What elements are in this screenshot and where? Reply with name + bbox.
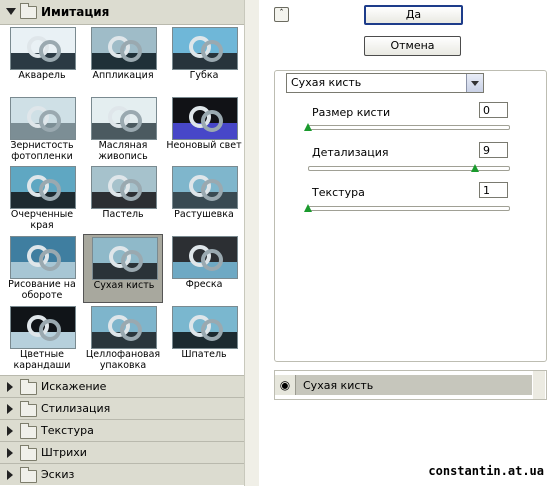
filter-thumb-label: Рисование на обороте (8, 279, 76, 301)
category-row[interactable]: Текстура (0, 419, 244, 441)
filter-thumb-12[interactable]: Цветные карандаши (2, 304, 82, 373)
filter-thumbnail-grid: Акварель Аппликация Губка Зернистость фотоп… (0, 25, 244, 374)
brush-size-input[interactable]: 0 (479, 102, 508, 118)
texture-input[interactable]: 1 (479, 182, 508, 198)
detail-input[interactable]: 9 (479, 142, 508, 158)
eye-icon[interactable]: ◉ (275, 375, 296, 395)
category-label: Стилизация (41, 402, 111, 415)
collapsed-arrow-icon[interactable] (7, 404, 13, 414)
category-row[interactable]: Искажение (0, 375, 244, 397)
collapsed-arrow-icon[interactable] (7, 470, 13, 480)
category-label: Текстура (41, 424, 94, 437)
collapsed-arrow-icon[interactable] (7, 426, 13, 436)
filter-thumb-label: Акварель (18, 70, 66, 81)
filter-thumb-label: Растушевка (174, 209, 234, 220)
filter-thumb-0[interactable]: Акварель (2, 25, 82, 94)
filter-thumb-14[interactable]: Шпатель (164, 304, 244, 373)
filter-thumb-label: Пастель (102, 209, 144, 220)
detail-slider-thumb[interactable] (471, 164, 480, 172)
watermark: constantin.at.ua (428, 464, 544, 478)
filter-thumb-label: Неоновый свет (166, 140, 242, 151)
folder-icon (20, 445, 37, 461)
category-label: Искажение (41, 380, 107, 393)
filter-select-value: Сухая кисть (291, 76, 362, 89)
brush-size-slider[interactable] (308, 125, 510, 130)
filter-thumb-2[interactable]: Губка (164, 25, 244, 94)
filter-thumb-label: Фреска (185, 279, 223, 290)
filter-preview-image (10, 27, 76, 70)
filter-thumb-10[interactable]: Сухая кисть (83, 234, 163, 303)
filter-preview-image (10, 236, 76, 279)
brush-size-slider-thumb[interactable] (304, 123, 312, 131)
texture-slider-thumb[interactable] (304, 204, 312, 212)
category-imitation-label: Имитация (41, 5, 110, 19)
collapsed-arrow-icon[interactable] (7, 448, 13, 458)
filter-thumb-label: Зернистость фотопленки (10, 140, 74, 162)
filter-preview-image (172, 236, 238, 279)
filter-thumb-4[interactable]: Масляная живопись (83, 95, 163, 164)
filter-preview-image (172, 27, 238, 70)
filter-thumb-9[interactable]: Рисование на обороте (2, 234, 82, 303)
filter-preview-image (91, 27, 157, 70)
filter-thumb-label: Цветные карандаши (13, 349, 71, 371)
filter-thumb-label: Сухая кисть (93, 280, 155, 291)
filter-gallery-panel: Имитация Акварель Аппликация Губка Зернисто… (0, 0, 244, 486)
expanded-arrow-icon[interactable] (6, 8, 16, 15)
chevron-down-icon[interactable] (466, 74, 483, 92)
effect-layer-name: Сухая кисть (303, 379, 374, 392)
texture-label: Текстура (312, 186, 365, 199)
filter-thumb-11[interactable]: Фреска (164, 234, 244, 303)
detail-label: Детализация (312, 146, 389, 159)
filter-thumb-3[interactable]: Зернистость фотопленки (2, 95, 82, 164)
filter-preview-image (172, 166, 238, 209)
layers-scrollbar[interactable] (533, 371, 545, 399)
folder-icon (20, 379, 37, 395)
filter-thumb-label: Губка (189, 70, 219, 81)
collapsed-arrow-icon[interactable] (7, 382, 13, 392)
category-imitation[interactable]: Имитация (0, 0, 244, 25)
category-row[interactable]: Эскиз (0, 463, 244, 485)
cancel-button[interactable]: Отмена (364, 36, 461, 56)
filter-thumb-8[interactable]: Растушевка (164, 164, 244, 233)
category-label: Штрихи (41, 446, 87, 459)
detail-slider[interactable] (308, 166, 510, 171)
ok-button[interactable]: Да (364, 5, 463, 25)
filter-preview-image (10, 166, 76, 209)
filter-thumb-6[interactable]: Очерченные края (2, 164, 82, 233)
filter-preview-image (10, 97, 76, 140)
folder-icon (20, 423, 37, 439)
category-row[interactable]: Штрихи (0, 441, 244, 463)
filter-thumb-label: Аппликация (92, 70, 154, 81)
filter-thumb-label: Целлофановая упаковка (85, 349, 161, 371)
filter-thumb-7[interactable]: Пастель (83, 164, 163, 233)
filter-settings-box: Сухая кисть Размер кисти 0 Детализация 9… (274, 70, 547, 362)
folder-icon (20, 401, 37, 417)
filter-select[interactable]: Сухая кисть (286, 73, 484, 93)
filter-preview-image (91, 166, 157, 209)
texture-slider[interactable] (308, 206, 510, 211)
collapse-gallery-button[interactable]: ˆ (274, 7, 289, 22)
filter-thumb-5[interactable]: Неоновый свет (164, 95, 244, 164)
filter-thumb-13[interactable]: Целлофановая упаковка (83, 304, 163, 373)
filter-thumb-label: Шпатель (181, 349, 227, 360)
filter-preview-image (172, 306, 238, 349)
filter-options-panel: ˆ Да Отмена Сухая кисть Размер кисти 0 Д… (260, 0, 550, 486)
folder-icon (20, 3, 37, 19)
folder-icon (20, 467, 37, 483)
effect-layers-box: ◉ Сухая кисть (274, 370, 547, 400)
filter-preview-image (10, 306, 76, 349)
filter-thumb-label: Масляная живопись (98, 140, 148, 162)
effect-layer-row[interactable]: ◉ Сухая кисть (275, 375, 532, 395)
gallery-scrollbar[interactable] (244, 0, 259, 486)
category-label: Эскиз (41, 468, 75, 481)
category-row[interactable]: Стилизация (0, 397, 244, 419)
brush-size-label: Размер кисти (312, 106, 391, 119)
filter-preview-image (92, 237, 158, 280)
filter-preview-image (172, 97, 238, 140)
filter-thumb-1[interactable]: Аппликация (83, 25, 163, 94)
filter-preview-image (91, 306, 157, 349)
filter-preview-image (91, 97, 157, 140)
filter-thumb-label: Очерченные края (10, 209, 74, 231)
